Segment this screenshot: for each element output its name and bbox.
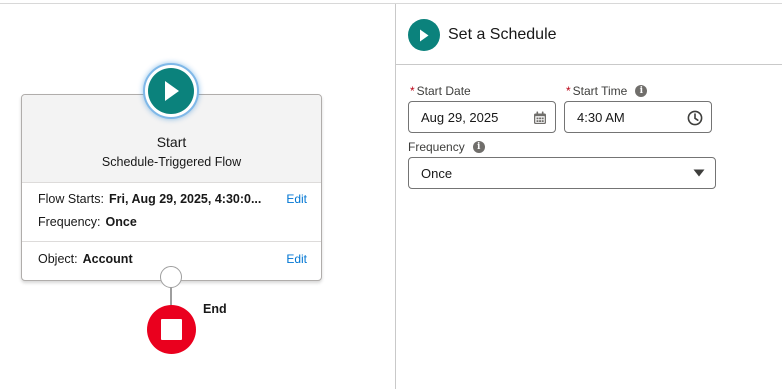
start-time-input[interactable]: 4:30 AM: [564, 101, 712, 133]
clock-icon[interactable]: [687, 110, 703, 126]
start-node-icon[interactable]: [143, 63, 199, 119]
end-label: End: [203, 302, 227, 316]
info-icon[interactable]: i: [635, 85, 648, 97]
frequency-value: Once: [105, 215, 137, 229]
required-marker: *: [566, 84, 571, 98]
start-time-label-text: Start Time: [572, 84, 628, 98]
start-date-value: Aug 29, 2025: [421, 109, 499, 125]
flow-canvas[interactable]: Start Schedule-Triggered Flow Flow Start…: [0, 4, 395, 389]
object-label: Object:: [38, 252, 78, 266]
edit-schedule-link[interactable]: Edit: [286, 192, 307, 206]
add-element-connector[interactable]: [160, 266, 182, 288]
info-icon[interactable]: i: [472, 141, 485, 153]
properties-panel: Set a Schedule * Start Date Aug 29, 2025…: [396, 4, 782, 389]
frequency-select-value: Once: [421, 165, 453, 181]
flow-starts-value: Fri, Aug 29, 2025, 4:30:0...: [109, 192, 262, 206]
chevron-down-icon: [693, 169, 705, 177]
required-marker: *: [410, 84, 415, 98]
play-icon: [408, 19, 440, 51]
start-date-input[interactable]: Aug 29, 2025: [408, 101, 556, 133]
calendar-icon[interactable]: [533, 111, 547, 125]
panel-header: Set a Schedule: [396, 4, 782, 65]
start-element-card[interactable]: Start Schedule-Triggered Flow Flow Start…: [21, 94, 322, 281]
start-time-label: * Start Time i: [566, 84, 648, 98]
end-node-icon[interactable]: [147, 305, 196, 354]
panel-title: Set a Schedule: [448, 26, 557, 43]
flow-starts-row: Flow Starts: Fri, Aug 29, 2025, 4:30:0..…: [38, 192, 307, 206]
frequency-field-label: Frequency i: [408, 140, 485, 154]
flow-starts-label: Flow Starts:: [38, 192, 104, 206]
frequency-label: Frequency:: [38, 215, 101, 229]
card-divider: [22, 241, 321, 242]
start-subtitle: Schedule-Triggered Flow: [101, 155, 242, 169]
object-row: Object: Account Edit: [38, 252, 307, 266]
stop-icon: [161, 319, 182, 340]
start-time-value: 4:30 AM: [577, 109, 625, 125]
frequency-label-text: Frequency: [408, 140, 465, 154]
frequency-row: Frequency: Once: [38, 215, 307, 229]
object-value: Account: [82, 252, 133, 266]
start-date-label: * Start Date: [410, 84, 471, 98]
play-icon: [148, 68, 194, 114]
frequency-select[interactable]: Once: [408, 157, 716, 189]
edit-object-link[interactable]: Edit: [286, 252, 307, 266]
start-date-label-text: Start Date: [416, 84, 471, 98]
